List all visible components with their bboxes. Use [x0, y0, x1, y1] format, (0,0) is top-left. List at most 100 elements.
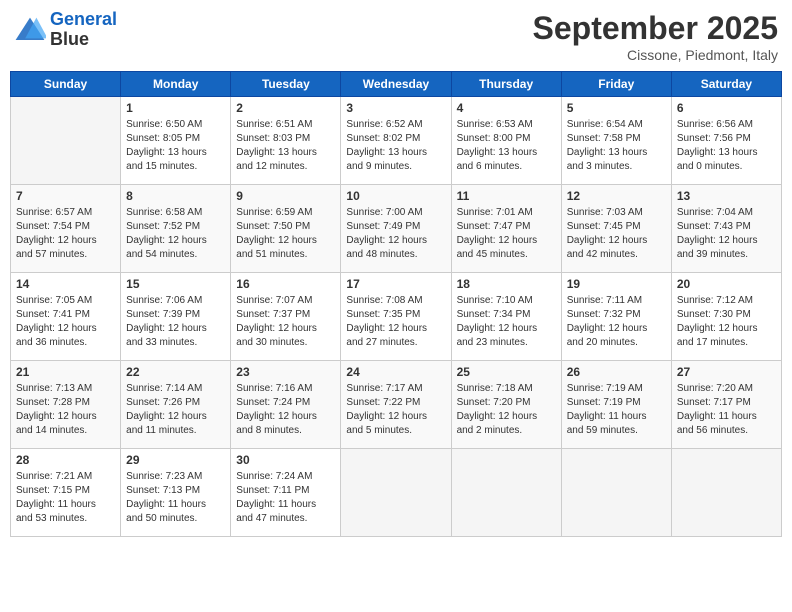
- day-info: Sunrise: 7:21 AM Sunset: 7:15 PM Dayligh…: [16, 470, 115, 526]
- calendar-day-cell: 18 Sunrise: 7:10 AM Sunset: 7:34 PM Dayli…: [451, 273, 561, 361]
- header-row: SundayMondayTuesdayWednesdayThursdayFrid…: [11, 72, 782, 97]
- day-header: Sunday: [11, 72, 121, 97]
- day-number: 28: [16, 453, 115, 467]
- calendar-day-cell: 20 Sunrise: 7:12 AM Sunset: 7:30 PM Dayli…: [671, 273, 781, 361]
- calendar-day-cell: 22 Sunrise: 7:14 AM Sunset: 7:26 PM Dayli…: [121, 361, 231, 449]
- calendar-week-row: 7Sunrise: 6:57 AM Sunset: 7:54 PM Daylig…: [11, 185, 782, 273]
- day-info: Sunrise: 7:14 AM Sunset: 7:26 PM Dayligh…: [126, 382, 225, 438]
- day-number: 7: [16, 189, 115, 203]
- calendar-week-row: 14 Sunrise: 7:05 AM Sunset: 7:41 PM Dayli…: [11, 273, 782, 361]
- day-info: Sunrise: 6:50 AM Sunset: 8:05 PM Dayligh…: [126, 118, 225, 174]
- logo-line1: General: [50, 9, 117, 29]
- calendar-day-cell: 13 Sunrise: 7:04 AM Sunset: 7:43 PM Dayli…: [671, 185, 781, 273]
- day-number: 27: [677, 365, 776, 379]
- calendar-day-cell: 27 Sunrise: 7:20 AM Sunset: 7:17 PM Dayli…: [671, 361, 781, 449]
- calendar-day-cell: 10 Sunrise: 7:00 AM Sunset: 7:49 PM Dayli…: [341, 185, 451, 273]
- day-info: Sunrise: 6:59 AM Sunset: 7:50 PM Dayligh…: [236, 206, 335, 262]
- day-number: 4: [457, 101, 556, 115]
- day-info: Sunrise: 7:06 AM Sunset: 7:39 PM Dayligh…: [126, 294, 225, 350]
- day-number: 15: [126, 277, 225, 291]
- page-header: General Blue September 2025 Cissone, Pie…: [10, 10, 782, 63]
- day-number: 2: [236, 101, 335, 115]
- day-number: 13: [677, 189, 776, 203]
- day-info: Sunrise: 7:19 AM Sunset: 7:19 PM Dayligh…: [567, 382, 666, 438]
- title-block: September 2025 Cissone, Piedmont, Italy: [533, 10, 778, 63]
- day-header: Friday: [561, 72, 671, 97]
- calendar-week-row: 21 Sunrise: 7:13 AM Sunset: 7:28 PM Dayli…: [11, 361, 782, 449]
- calendar-day-cell: 8 Sunrise: 6:58 AM Sunset: 7:52 PM Daylig…: [121, 185, 231, 273]
- calendar-week-row: 1 Sunrise: 6:50 AM Sunset: 8:05 PM Daylig…: [11, 97, 782, 185]
- calendar-day-cell: 3 Sunrise: 6:52 AM Sunset: 8:02 PM Daylig…: [341, 97, 451, 185]
- day-number: 14: [16, 277, 115, 291]
- day-number: 22: [126, 365, 225, 379]
- calendar-day-cell: 16 Sunrise: 7:07 AM Sunset: 7:37 PM Dayli…: [231, 273, 341, 361]
- logo-line2: Blue: [50, 30, 117, 50]
- calendar-day-cell: [11, 97, 121, 185]
- calendar-day-cell: 24 Sunrise: 7:17 AM Sunset: 7:22 PM Dayli…: [341, 361, 451, 449]
- logo-icon: [14, 16, 46, 44]
- day-number: 12: [567, 189, 666, 203]
- calendar-day-cell: 11Sunrise: 7:01 AM Sunset: 7:47 PM Dayli…: [451, 185, 561, 273]
- day-info: Sunrise: 7:05 AM Sunset: 7:41 PM Dayligh…: [16, 294, 115, 350]
- day-info: Sunrise: 7:12 AM Sunset: 7:30 PM Dayligh…: [677, 294, 776, 350]
- day-info: Sunrise: 6:53 AM Sunset: 8:00 PM Dayligh…: [457, 118, 556, 174]
- day-number: 18: [457, 277, 556, 291]
- day-info: Sunrise: 7:10 AM Sunset: 7:34 PM Dayligh…: [457, 294, 556, 350]
- day-info: Sunrise: 7:00 AM Sunset: 7:49 PM Dayligh…: [346, 206, 445, 262]
- day-info: Sunrise: 7:07 AM Sunset: 7:37 PM Dayligh…: [236, 294, 335, 350]
- day-number: 11: [457, 189, 556, 203]
- day-info: Sunrise: 7:08 AM Sunset: 7:35 PM Dayligh…: [346, 294, 445, 350]
- day-number: 21: [16, 365, 115, 379]
- day-info: Sunrise: 7:04 AM Sunset: 7:43 PM Dayligh…: [677, 206, 776, 262]
- calendar-body: 1 Sunrise: 6:50 AM Sunset: 8:05 PM Daylig…: [11, 97, 782, 537]
- calendar-day-cell: [671, 449, 781, 537]
- day-header: Tuesday: [231, 72, 341, 97]
- day-number: 10: [346, 189, 445, 203]
- calendar-day-cell: [451, 449, 561, 537]
- day-info: Sunrise: 6:54 AM Sunset: 7:58 PM Dayligh…: [567, 118, 666, 174]
- day-number: 20: [677, 277, 776, 291]
- day-number: 23: [236, 365, 335, 379]
- calendar-day-cell: 30Sunrise: 7:24 AM Sunset: 7:11 PM Dayli…: [231, 449, 341, 537]
- calendar-day-cell: [341, 449, 451, 537]
- day-info: Sunrise: 7:03 AM Sunset: 7:45 PM Dayligh…: [567, 206, 666, 262]
- day-number: 8: [126, 189, 225, 203]
- day-info: Sunrise: 6:58 AM Sunset: 7:52 PM Dayligh…: [126, 206, 225, 262]
- day-info: Sunrise: 6:52 AM Sunset: 8:02 PM Dayligh…: [346, 118, 445, 174]
- calendar-day-cell: 2 Sunrise: 6:51 AM Sunset: 8:03 PM Daylig…: [231, 97, 341, 185]
- day-number: 1: [126, 101, 225, 115]
- calendar-day-cell: 1 Sunrise: 6:50 AM Sunset: 8:05 PM Daylig…: [121, 97, 231, 185]
- calendar-day-cell: 23Sunrise: 7:16 AM Sunset: 7:24 PM Dayli…: [231, 361, 341, 449]
- calendar-day-cell: 28 Sunrise: 7:21 AM Sunset: 7:15 PM Dayli…: [11, 449, 121, 537]
- day-info: Sunrise: 7:17 AM Sunset: 7:22 PM Dayligh…: [346, 382, 445, 438]
- calendar-day-cell: 26 Sunrise: 7:19 AM Sunset: 7:19 PM Dayli…: [561, 361, 671, 449]
- day-number: 26: [567, 365, 666, 379]
- calendar-day-cell: 17 Sunrise: 7:08 AM Sunset: 7:35 PM Dayli…: [341, 273, 451, 361]
- calendar-day-cell: 29Sunrise: 7:23 AM Sunset: 7:13 PM Dayli…: [121, 449, 231, 537]
- calendar-day-cell: 5Sunrise: 6:54 AM Sunset: 7:58 PM Daylig…: [561, 97, 671, 185]
- calendar-day-cell: [561, 449, 671, 537]
- location-subtitle: Cissone, Piedmont, Italy: [533, 47, 778, 63]
- calendar-day-cell: 6Sunrise: 6:56 AM Sunset: 7:56 PM Daylig…: [671, 97, 781, 185]
- day-number: 24: [346, 365, 445, 379]
- day-info: Sunrise: 7:20 AM Sunset: 7:17 PM Dayligh…: [677, 382, 776, 438]
- day-number: 17: [346, 277, 445, 291]
- logo: General Blue: [14, 10, 117, 50]
- logo-text: General Blue: [50, 10, 117, 50]
- day-number: 9: [236, 189, 335, 203]
- day-info: Sunrise: 6:51 AM Sunset: 8:03 PM Dayligh…: [236, 118, 335, 174]
- day-number: 16: [236, 277, 335, 291]
- calendar-table: SundayMondayTuesdayWednesdayThursdayFrid…: [10, 71, 782, 537]
- day-info: Sunrise: 7:11 AM Sunset: 7:32 PM Dayligh…: [567, 294, 666, 350]
- day-header: Thursday: [451, 72, 561, 97]
- day-header: Wednesday: [341, 72, 451, 97]
- day-info: Sunrise: 7:13 AM Sunset: 7:28 PM Dayligh…: [16, 382, 115, 438]
- calendar-day-cell: 25 Sunrise: 7:18 AM Sunset: 7:20 PM Dayli…: [451, 361, 561, 449]
- day-info: Sunrise: 7:18 AM Sunset: 7:20 PM Dayligh…: [457, 382, 556, 438]
- calendar-day-cell: 7Sunrise: 6:57 AM Sunset: 7:54 PM Daylig…: [11, 185, 121, 273]
- calendar-header: SundayMondayTuesdayWednesdayThursdayFrid…: [11, 72, 782, 97]
- day-number: 25: [457, 365, 556, 379]
- day-number: 3: [346, 101, 445, 115]
- day-number: 19: [567, 277, 666, 291]
- calendar-day-cell: 21 Sunrise: 7:13 AM Sunset: 7:28 PM Dayli…: [11, 361, 121, 449]
